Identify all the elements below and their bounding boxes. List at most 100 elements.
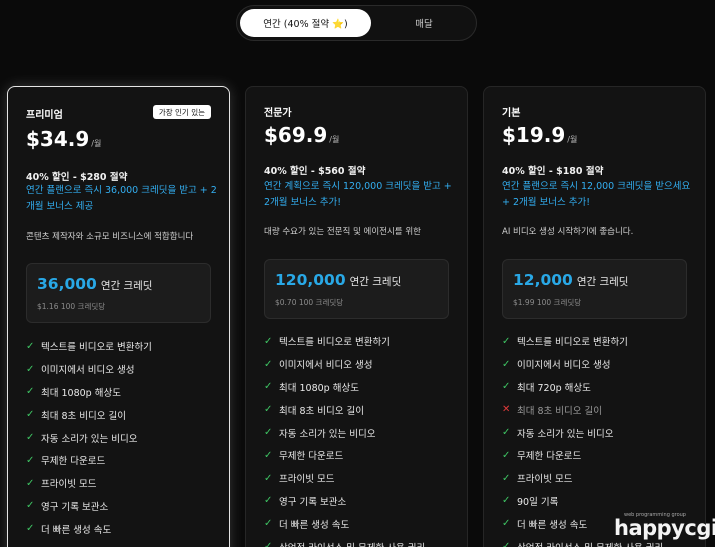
feature-label: 무제한 다운로드 <box>279 451 344 463</box>
feature-item: ✓ 최대 1080p 해상도 <box>264 376 457 399</box>
feature-label: 이미지에서 비디오 생성 <box>279 360 373 372</box>
check-icon: ✓ <box>264 427 273 439</box>
check-icon: ✓ <box>26 523 35 535</box>
check-icon: ✓ <box>264 381 273 393</box>
feature-label: 이미지에서 비디오 생성 <box>517 360 611 372</box>
feature-label: 텍스트를 비디오로 변환하기 <box>517 337 628 349</box>
feature-item: ✓ 자동 소리가 있는 비디오 <box>26 426 219 449</box>
check-icon: ✓ <box>26 363 35 375</box>
price-amount: $34.9 <box>26 127 90 151</box>
feature-item: ✓ 90일 기록 <box>502 490 695 513</box>
feature-label: 자동 소리가 있는 비디오 <box>517 428 614 440</box>
plan-description: AI 비디오 생성 시작하기에 좋습니다. <box>502 227 634 237</box>
feature-item: ✓ 텍스트를 비디오로 변환하기 <box>26 335 219 358</box>
feature-item: ✓ 최대 8초 비디오 길이 <box>26 403 219 426</box>
feature-label: 프라이빗 모드 <box>41 479 97 491</box>
feature-item: ✓ 상업적 라이선스 및 무제한 사용 권리 <box>264 535 457 547</box>
feature-label: 최대 720p 해상도 <box>517 382 591 394</box>
feature-item: ✓ 최대 1080p 해상도 <box>26 381 219 404</box>
price-unit: /월 <box>567 135 578 144</box>
feature-item: ✓ 최대 8초 비디오 길이 <box>264 398 457 421</box>
feature-item: ✓ 더 빠른 생성 속도 <box>264 512 457 535</box>
plan-price: $19.9/월 <box>502 123 577 147</box>
feature-label: 자동 소리가 있는 비디오 <box>41 433 138 445</box>
plan-name: 전문가 <box>264 108 292 119</box>
feature-item: ✓ 이미지에서 비디오 생성 <box>502 353 695 376</box>
plan-card-professional: 전문가 $69.9/월 40% 할인 - $560 절약 연간 계획으로 즉시 … <box>245 86 468 547</box>
check-icon: ✓ <box>502 335 511 347</box>
plan-price: $34.9/월 <box>26 127 101 151</box>
check-icon: ✓ <box>502 495 511 507</box>
plan-card-basic: 기본 $19.9/월 40% 할인 - $180 절약 연간 플랜으로 즉시 1… <box>483 86 706 547</box>
check-icon: ✓ <box>264 404 273 416</box>
feature-label: 텍스트를 비디오로 변환하기 <box>41 342 152 354</box>
check-icon: ✓ <box>502 541 511 547</box>
plan-description: 대량 수요가 있는 전문직 및 에이전시를 위한 <box>264 227 421 237</box>
plan-name: 기본 <box>502 108 521 119</box>
feature-item: ✓ 텍스트를 비디오로 변환하기 <box>502 330 695 353</box>
plan-promo: 연간 계획으로 즉시 120,000 크레딧을 받고 + 2개월 보너스 추가! <box>264 181 452 208</box>
check-icon: ✓ <box>26 454 35 466</box>
feature-label: 더 빠른 생성 속도 <box>41 524 112 536</box>
watermark-logo: web programming group happycgi <box>614 512 715 547</box>
credits-amount: 120,000 연간 크레딧 <box>275 271 402 289</box>
annual-billing-option[interactable]: 연간 (40% 절약 ⭐) <box>240 9 371 37</box>
check-icon: ✓ <box>26 340 35 352</box>
plan-price: $69.9/월 <box>264 123 339 147</box>
plan-promo: 연간 플랜으로 즉시 12,000 크레딧을 받으세요 + 2개월 보너스 추가… <box>502 181 691 208</box>
price-unit: /월 <box>91 139 102 148</box>
check-icon: ✓ <box>264 358 273 370</box>
feature-item: ✓ 자동 소리가 있는 비디오 <box>264 421 457 444</box>
check-icon: ✓ <box>264 518 273 530</box>
feature-list: ✓ 텍스트를 비디오로 변환하기 ✓ 이미지에서 비디오 생성 ✓ 최대 1080p 해상… <box>264 330 457 547</box>
check-icon: ✓ <box>502 518 511 530</box>
plan-promo: 연간 플랜으로 즉시 36,000 크레딧을 받고 + 2개월 보너스 제공 <box>26 185 217 212</box>
plan-card-premium: 프리미엄 가장 인기 있는 $34.9/월 40% 할인 - $280 절약 연… <box>7 86 230 547</box>
feature-item: ✓ 영구 기록 보관소 <box>26 495 219 518</box>
feature-item: ✓ 자동 소리가 있는 비디오 <box>502 421 695 444</box>
feature-item: ✓ 프라이빗 모드 <box>264 467 457 490</box>
credits-box: 12,000 연간 크레딧 $1.99 100 크레딧당 <box>502 259 687 319</box>
feature-label: 더 빠른 생성 속도 <box>279 519 350 531</box>
check-icon: ✓ <box>502 381 511 393</box>
check-icon: ✓ <box>26 432 35 444</box>
feature-label: 최대 1080p 해상도 <box>41 387 121 399</box>
credits-price-per-100: $0.70 100 크레딧당 <box>275 298 344 307</box>
plan-name: 프리미엄 <box>26 110 63 121</box>
credits-price-per-100: $1.16 100 크레딧당 <box>37 302 106 311</box>
feature-label: 최대 8초 비디오 길이 <box>279 405 365 417</box>
feature-label: 무제한 다운로드 <box>517 451 582 463</box>
credits-price-per-100: $1.99 100 크레딧당 <box>513 298 582 307</box>
check-icon: ✓ <box>264 335 273 347</box>
feature-label: 90일 기록 <box>517 496 559 508</box>
feature-label: 이미지에서 비디오 생성 <box>41 365 135 377</box>
check-icon: ✓ <box>26 477 35 489</box>
feature-label: 영구 기록 보관소 <box>279 496 347 508</box>
check-icon: ✓ <box>264 449 273 461</box>
feature-item: ✕ 최대 8초 비디오 길이 <box>502 398 695 421</box>
feature-label: 최대 1080p 해상도 <box>279 382 359 394</box>
feature-item: ✓ 텍스트를 비디오로 변환하기 <box>264 330 457 353</box>
check-icon: ✓ <box>502 472 511 484</box>
check-icon: ✓ <box>26 386 35 398</box>
check-icon: ✓ <box>26 500 35 512</box>
feature-item: ✓ 프라이빗 모드 <box>502 467 695 490</box>
feature-label: 더 빠른 생성 속도 <box>517 519 588 531</box>
feature-item: ✓ 더 빠른 생성 속도 <box>26 517 219 540</box>
feature-list: ✓ 텍스트를 비디오로 변환하기 ✓ 이미지에서 비디오 생성 ✓ 최대 1080p 해상… <box>26 335 219 540</box>
feature-item: ✓ 영구 기록 보관소 <box>264 490 457 513</box>
credits-amount: 36,000 연간 크레딧 <box>37 275 153 293</box>
plan-discount: 40% 할인 - $180 절약 <box>502 166 604 177</box>
check-icon: ✓ <box>264 541 273 547</box>
feature-item: ✓ 무제한 다운로드 <box>502 444 695 467</box>
billing-period-toggle: 연간 (40% 절약 ⭐) 매달 <box>236 5 477 41</box>
feature-item: ✓ 무제한 다운로드 <box>26 449 219 472</box>
feature-label: 영구 기록 보관소 <box>41 501 109 513</box>
check-icon: ✓ <box>26 409 35 421</box>
credits-box: 36,000 연간 크레딧 $1.16 100 크레딧당 <box>26 263 211 323</box>
check-icon: ✓ <box>264 472 273 484</box>
feature-label: 최대 8초 비디오 길이 <box>517 405 603 417</box>
feature-item: ✓ 이미지에서 비디오 생성 <box>264 353 457 376</box>
price-amount: $19.9 <box>502 123 566 147</box>
monthly-billing-option[interactable]: 매달 <box>373 9 475 37</box>
